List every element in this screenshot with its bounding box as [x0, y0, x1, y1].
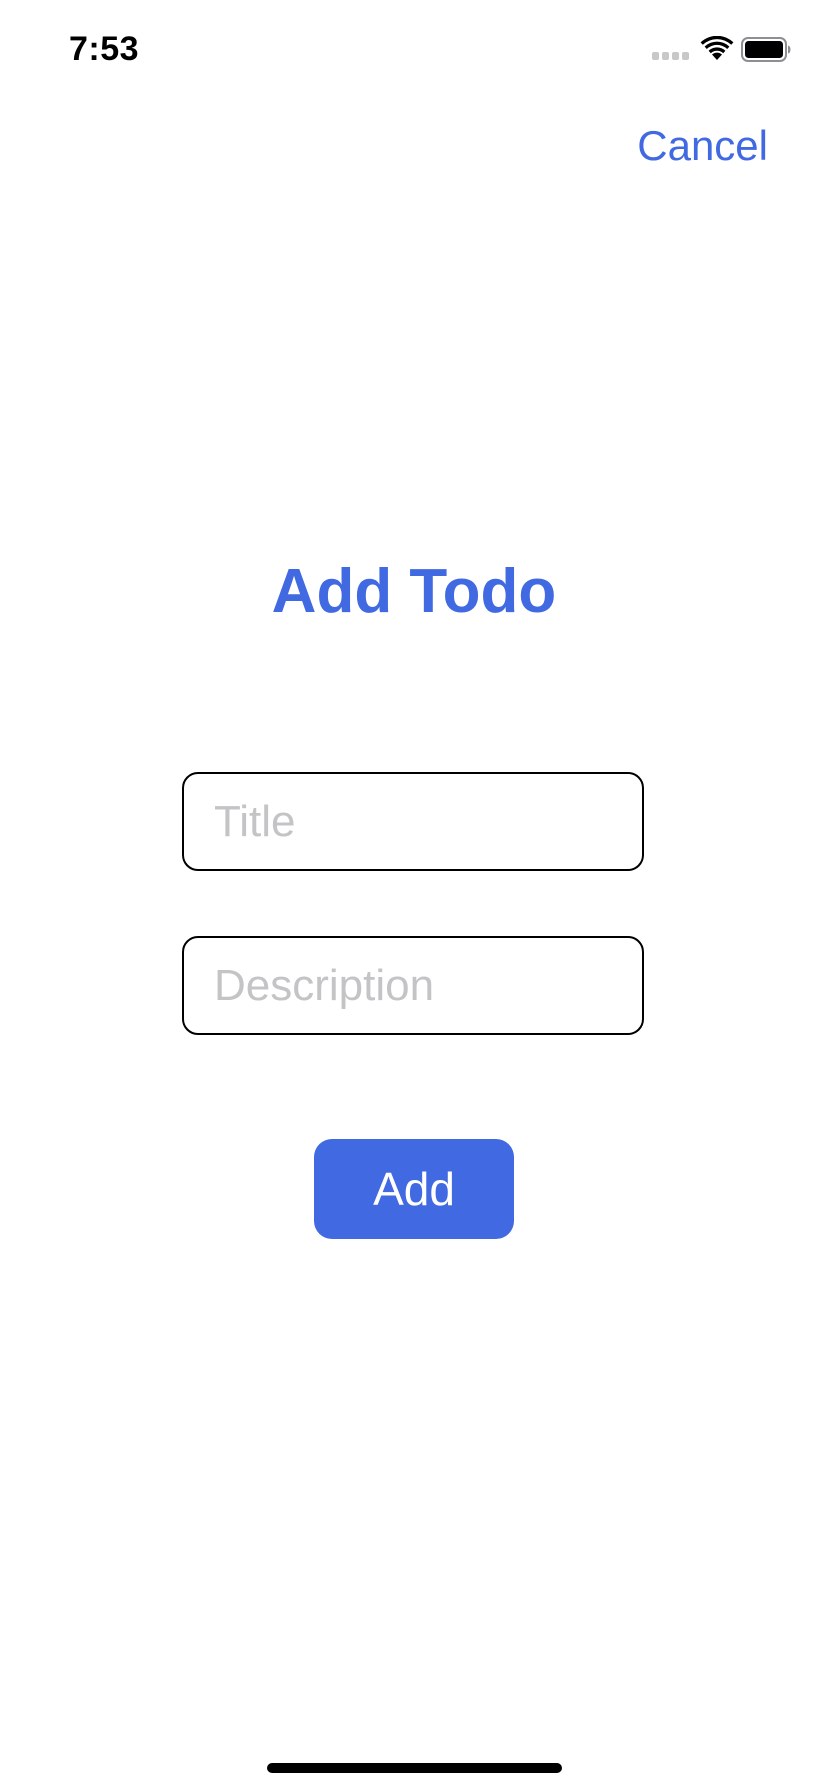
- add-button[interactable]: Add: [314, 1139, 514, 1239]
- home-indicator[interactable]: [267, 1763, 562, 1773]
- status-bar: 7:53: [0, 0, 828, 100]
- cellular-signal-icon: [652, 52, 692, 60]
- description-input[interactable]: [182, 936, 644, 1035]
- title-input[interactable]: [182, 772, 644, 871]
- status-time: 7:53: [69, 30, 140, 68]
- cancel-button[interactable]: Cancel: [637, 122, 768, 170]
- page-title: Add Todo: [271, 557, 557, 626]
- wifi-icon: [700, 36, 734, 60]
- battery-icon: [741, 37, 791, 62]
